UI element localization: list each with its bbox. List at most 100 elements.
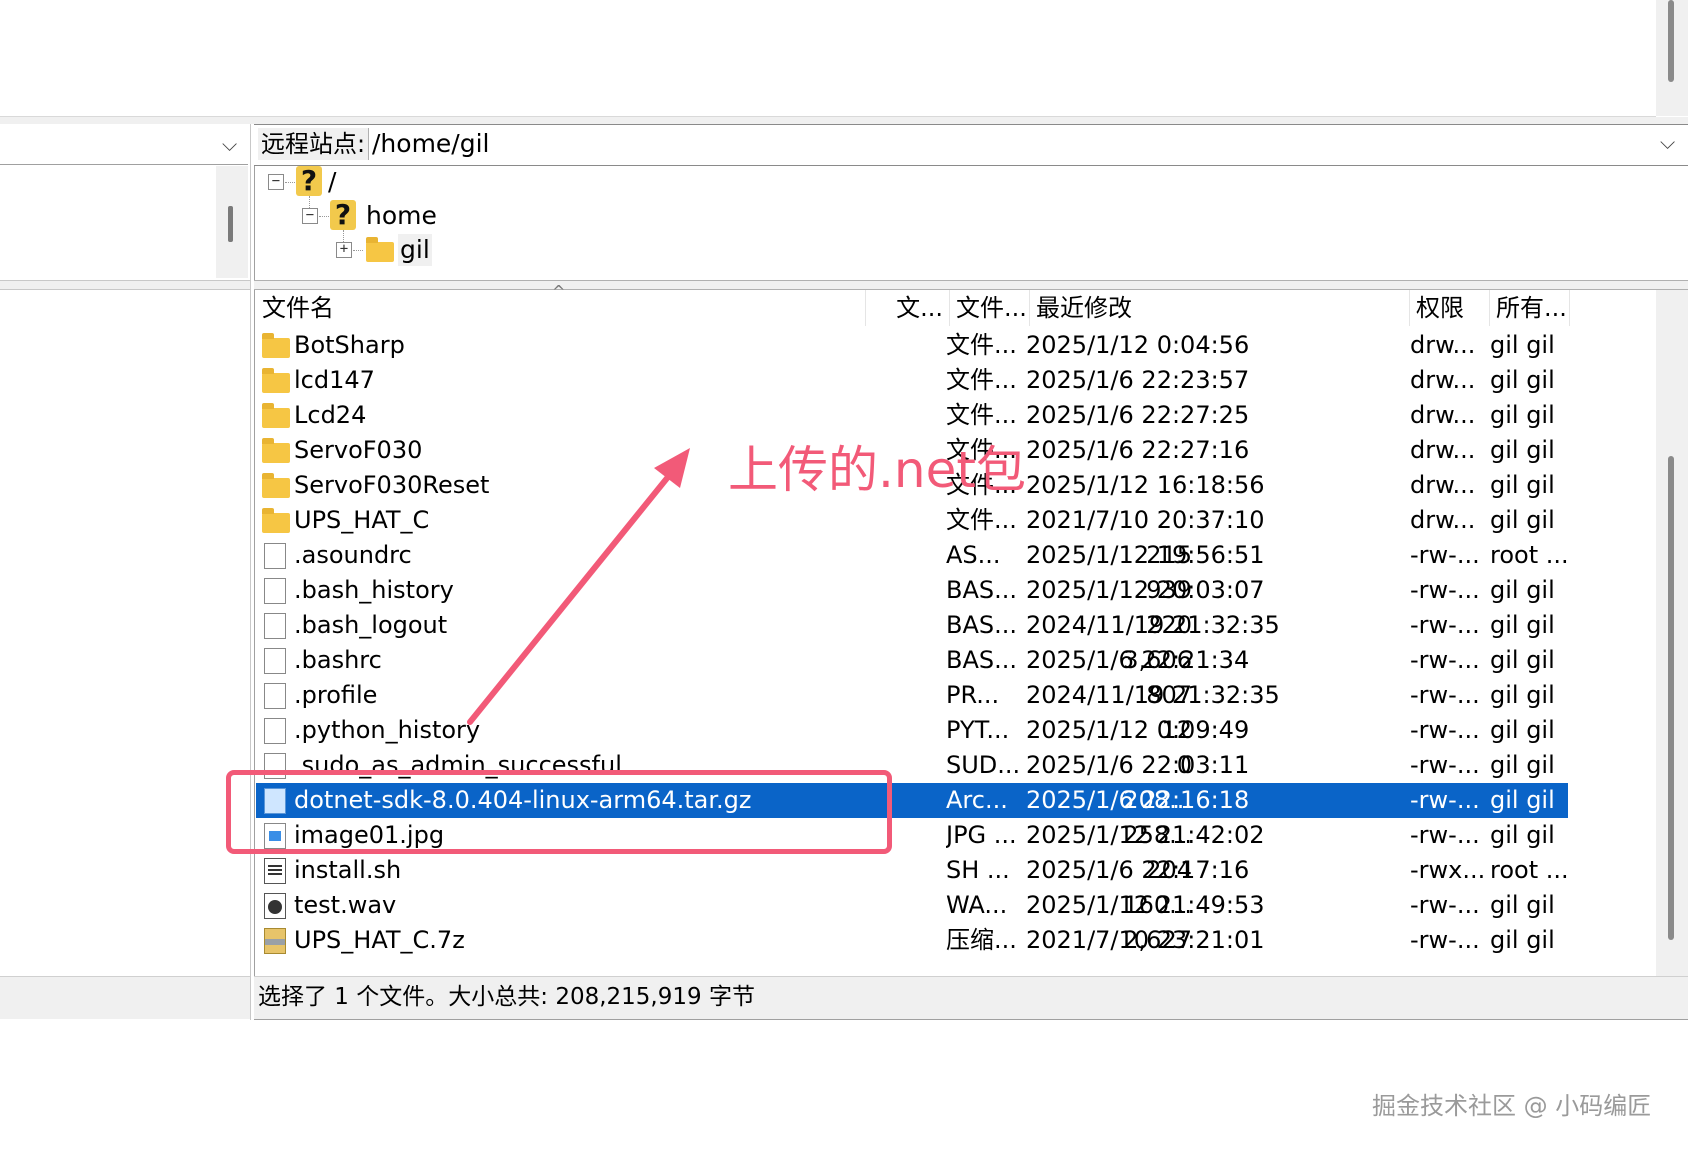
message-log xyxy=(0,0,1656,117)
file-modified: 2024/11/19 21:32:35 xyxy=(1026,611,1280,639)
file-modified: 2025/1/12 0:04:56 xyxy=(1026,331,1250,359)
file-permissions: drw... xyxy=(1410,506,1476,534)
table-row[interactable]: .asoundrc 215 AS... 2025/1/12 19:56:51 -rw-.… xyxy=(256,538,1569,573)
file-modified: 2025/1/12 21:49:53 xyxy=(1026,891,1265,919)
file-name: UPS_HAT_C xyxy=(294,506,430,534)
file-icon xyxy=(264,613,286,639)
file-owner: gil gil xyxy=(1490,576,1555,604)
file-name: .profile xyxy=(294,681,378,709)
file-type: BAS... xyxy=(946,576,1018,604)
table-row[interactable]: install.sh 204 SH ... 2025/1/6 22:17:16 -rwx… xyxy=(256,853,1569,888)
file-modified: 2024/11/19 21:32:35 xyxy=(1026,681,1280,709)
file-type: PYT... xyxy=(946,716,1010,744)
file-permissions: -rw-... xyxy=(1410,681,1480,709)
file-owner: gil gil xyxy=(1490,821,1555,849)
tree-expand-toggle[interactable]: + xyxy=(336,242,352,258)
file-owner: gil gil xyxy=(1490,401,1555,429)
tree-connector xyxy=(319,216,329,217)
splitter[interactable] xyxy=(0,117,1688,124)
file-type: SH ... xyxy=(946,856,1010,884)
file-modified: 2021/7/10 23:21:01 xyxy=(1026,926,1265,954)
file-type: PR... xyxy=(946,681,1000,709)
tree-collapse-toggle[interactable]: − xyxy=(302,208,318,224)
file-owner: gil gil xyxy=(1490,331,1555,359)
column-header-filetype[interactable]: 文件... xyxy=(950,290,1030,326)
file-name: test.wav xyxy=(294,891,397,919)
file-icon xyxy=(264,718,286,744)
file-owner: gil gil xyxy=(1490,716,1555,744)
status-text: 选择了 1 个文件。大小总共: 208,215,919 字节 xyxy=(258,984,755,1010)
7z-archive-icon xyxy=(264,928,286,954)
tree-collapse-toggle[interactable]: − xyxy=(268,174,284,190)
local-splitter[interactable] xyxy=(0,280,250,290)
file-modified: 2025/1/6 22:16:18 xyxy=(1026,786,1250,814)
watermark: 掘金技术社区 @ 小码编匠 xyxy=(1372,1092,1652,1120)
folder-icon xyxy=(262,368,290,393)
file-name: BotSharp xyxy=(294,331,405,359)
column-header-owner[interactable]: 所有... xyxy=(1490,290,1570,326)
script-file-icon xyxy=(264,858,286,884)
column-header-filesize[interactable]: 文... xyxy=(866,290,950,326)
file-permissions: -rw-... xyxy=(1410,646,1480,674)
file-permissions: -rw-... xyxy=(1410,541,1480,569)
file-owner: gil gil xyxy=(1490,786,1555,814)
file-type: SUD... xyxy=(946,751,1021,779)
file-owner: gil gil xyxy=(1490,891,1555,919)
table-row[interactable]: .python_history 12 PYT... 2025/1/12 0:09:49… xyxy=(256,713,1568,748)
table-row[interactable]: .bash_history 939 BAS... 2025/1/12 20:03:07… xyxy=(256,573,1568,608)
file-permissions: drw... xyxy=(1410,471,1476,499)
file-modified: 2025/1/6 22:23:57 xyxy=(1026,366,1250,394)
tree-connector xyxy=(353,250,363,251)
remote-site-label: 远程站点: xyxy=(258,128,370,160)
file-type: 文件... xyxy=(946,331,1017,359)
table-row[interactable]: test.wav 160... WA... 2025/1/12 21:49:53 -rw… xyxy=(256,888,1568,923)
file-list-scroll-thumb[interactable] xyxy=(1668,456,1674,940)
tree-item-gil[interactable]: gil xyxy=(398,234,432,266)
local-site-combo[interactable]: ⌵ xyxy=(0,126,248,165)
file-name: UPS_HAT_C.7z xyxy=(294,926,465,954)
file-modified: 2025/1/6 22:21:34 xyxy=(1026,646,1250,674)
local-status-bar xyxy=(0,976,250,1019)
column-header-modified[interactable]: 最近修改 xyxy=(1030,290,1410,326)
table-row[interactable]: .bash_logout 220 BAS... 2024/11/19 21:32:35… xyxy=(256,608,1568,643)
file-type: Arc... xyxy=(946,786,1008,814)
file-type: WA... xyxy=(946,891,1008,919)
remote-path-input[interactable]: /home/gil xyxy=(372,128,489,160)
file-modified: 2025/1/12 0:09:49 xyxy=(1026,716,1250,744)
file-type: BAS... xyxy=(946,611,1018,639)
unknown-folder-icon: ? xyxy=(330,200,356,230)
file-icon xyxy=(264,543,286,569)
unknown-folder-icon: ? xyxy=(296,166,322,196)
file-name: .asoundrc xyxy=(294,541,412,569)
message-log-scroll-thumb[interactable] xyxy=(1668,0,1674,82)
chevron-down-icon[interactable]: ⌵ xyxy=(222,132,237,156)
tree-item-home[interactable]: home xyxy=(366,200,437,232)
file-owner: gil gil xyxy=(1490,436,1555,464)
table-row[interactable]: lcd147 文件... 2025/1/6 22:23:57 drw... gil gi… xyxy=(256,363,1568,398)
file-permissions: drw... xyxy=(1410,366,1476,394)
file-owner: gil gil xyxy=(1490,471,1555,499)
remote-splitter[interactable] xyxy=(254,280,1688,290)
table-row[interactable]: UPS_HAT_C 文件... 2021/7/10 20:37:10 drw... gi… xyxy=(256,503,1568,538)
folder-icon xyxy=(366,237,394,262)
file-permissions: -rw-... xyxy=(1410,786,1480,814)
file-modified: 2025/1/6 22:27:25 xyxy=(1026,401,1250,429)
file-permissions: -rw-... xyxy=(1410,751,1480,779)
file-owner: gil gil xyxy=(1490,611,1555,639)
table-row[interactable]: BotSharp 文件... 2025/1/12 0:04:56 drw... gil … xyxy=(256,328,1568,363)
local-tree-scroll-thumb[interactable] xyxy=(228,206,233,242)
file-permissions: -rwx... xyxy=(1410,856,1486,884)
folder-icon xyxy=(262,333,290,358)
column-header-permissions[interactable]: 权限 xyxy=(1410,290,1490,326)
file-type: 文件... xyxy=(946,366,1017,394)
file-modified: 2025/1/12 19:56:51 xyxy=(1026,541,1265,569)
table-row[interactable]: UPS_HAT_C.7z 2,627 压缩... 2021/7/10 23:21:01… xyxy=(256,923,1568,958)
table-row[interactable]: .bashrc 3,606 BAS... 2025/1/6 22:21:34 -rw-.… xyxy=(256,643,1568,678)
tree-item-root[interactable]: / xyxy=(328,166,336,198)
table-row[interactable]: Lcd24 文件... 2025/1/6 22:27:25 drw... gil gil xyxy=(256,398,1568,433)
folder-icon xyxy=(262,473,290,498)
file-type: JPG ... xyxy=(946,821,1017,849)
table-row[interactable]: .profile 807 PR... 2024/11/19 21:32:35 -rw-.… xyxy=(256,678,1568,713)
chevron-down-icon[interactable]: ⌵ xyxy=(1660,130,1675,154)
folder-icon xyxy=(262,508,290,533)
